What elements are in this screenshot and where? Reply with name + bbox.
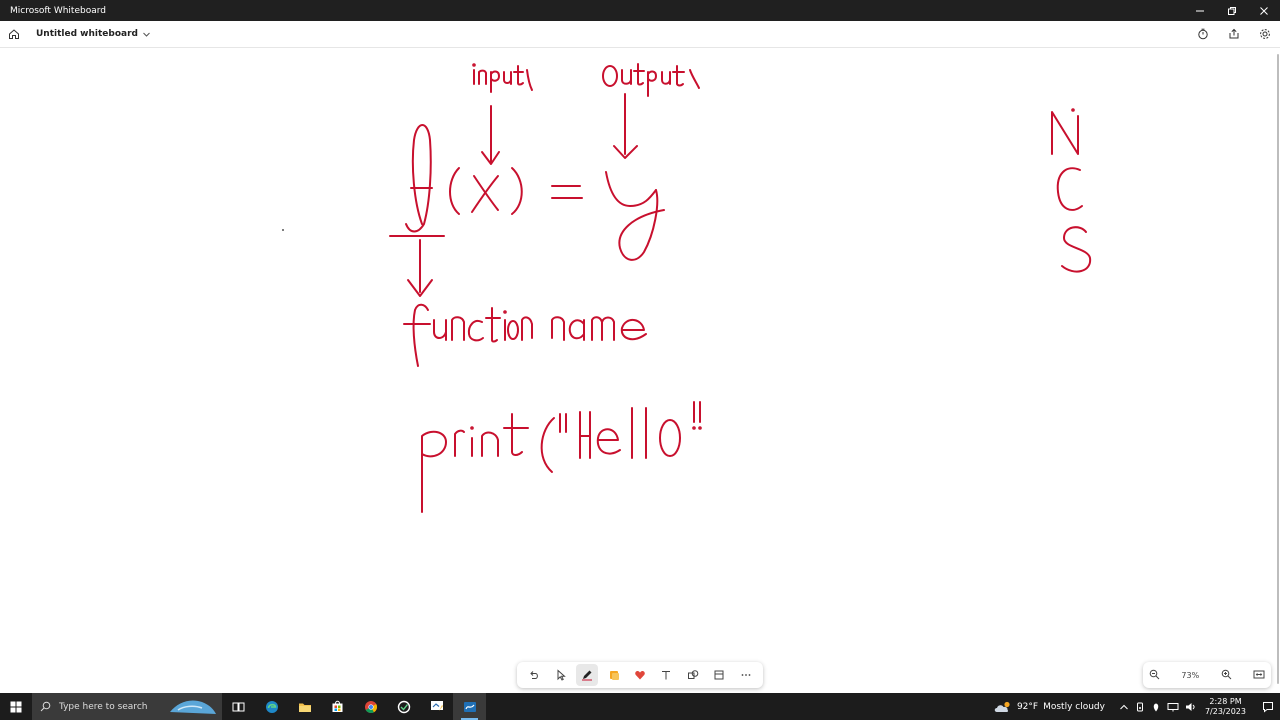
taskbar-whiteboard[interactable] <box>453 693 486 720</box>
ink-arrow-input <box>481 105 500 165</box>
restore-button[interactable] <box>1216 0 1248 21</box>
minimize-icon <box>1196 10 1204 11</box>
window-title: Microsoft Whiteboard <box>10 5 106 16</box>
more-icon <box>741 674 751 676</box>
minimize-button[interactable] <box>1184 0 1216 21</box>
task-view-icon <box>232 702 245 711</box>
location-icon[interactable] <box>1151 702 1161 712</box>
clock-date: 7/23/2023 <box>1204 706 1246 716</box>
taskbar-task-view[interactable] <box>222 693 255 720</box>
pen-icon <box>582 670 593 681</box>
document-title: Untitled whiteboard <box>36 29 138 39</box>
chevron-up-icon[interactable] <box>1119 702 1129 712</box>
more-tools-button[interactable] <box>735 664 757 686</box>
pen-tool[interactable] <box>576 664 599 686</box>
templates-icon <box>714 670 724 680</box>
zoom-out-button[interactable] <box>1149 669 1160 682</box>
text-icon <box>662 671 671 680</box>
undo-icon <box>530 671 539 679</box>
ink-print-hello <box>421 401 702 513</box>
ink-ncs-letters <box>1051 108 1092 273</box>
sticky-note-tool[interactable] <box>603 664 625 686</box>
vertical-scrollbar[interactable] <box>1277 54 1279 684</box>
ink-underline-arrow <box>389 235 445 297</box>
document-title-dropdown[interactable]: Untitled whiteboard <box>28 29 151 39</box>
zoom-out-icon <box>1149 669 1160 679</box>
ink-dot <box>282 229 284 231</box>
timer-icon <box>1197 28 1208 40</box>
share-button[interactable] <box>1218 21 1249 48</box>
windows-icon <box>10 701 22 712</box>
network-icon[interactable] <box>1167 702 1179 712</box>
gear-icon <box>1259 29 1270 39</box>
vpn-icon <box>397 700 410 713</box>
search-icon <box>40 701 51 712</box>
taskbar-whiteboard-alt[interactable] <box>420 693 453 720</box>
zoom-level[interactable]: 73% <box>1181 671 1199 680</box>
folder-icon <box>298 703 311 712</box>
zoom-controls: 73% <box>1143 662 1271 688</box>
title-bar: Microsoft Whiteboard <box>0 0 1280 21</box>
shapes-tool[interactable] <box>682 664 704 686</box>
fit-screen-icon <box>1253 670 1265 678</box>
fit-to-screen-button[interactable] <box>1253 669 1265 682</box>
zoom-in-icon <box>1221 669 1231 679</box>
zoom-in-button[interactable] <box>1221 669 1232 682</box>
select-icon <box>557 669 566 681</box>
ink-arrow-output <box>613 93 638 159</box>
search-highlight-icon <box>170 700 216 714</box>
ink-function-name-label <box>403 303 647 367</box>
usb-drive-icon[interactable] <box>1135 702 1145 712</box>
app-bar: Untitled whiteboard <box>0 21 1280 48</box>
cloudy-icon <box>994 701 1010 712</box>
chrome-icon <box>364 700 377 713</box>
ink-output-label <box>602 63 700 97</box>
drawing-app-icon <box>430 701 443 711</box>
sticky-note-icon <box>609 671 619 680</box>
whiteboard-icon <box>463 701 476 712</box>
taskbar-chrome[interactable] <box>354 693 387 720</box>
close-icon <box>1260 6 1268 15</box>
taskbar-file-explorer[interactable] <box>288 693 321 720</box>
reaction-icon <box>635 671 645 680</box>
clock[interactable]: 2:28 PM 7/23/2023 <box>1205 697 1256 717</box>
templates-tool[interactable] <box>708 664 730 686</box>
edge-icon <box>265 700 278 713</box>
chevron-down-icon <box>143 32 150 37</box>
store-icon <box>332 700 343 712</box>
undo-button[interactable] <box>523 664 545 686</box>
ink-input-label <box>472 63 533 93</box>
search-placeholder: Type here to search <box>59 701 148 712</box>
drawing-toolbar <box>517 662 763 688</box>
text-tool[interactable] <box>655 664 677 686</box>
home-icon <box>9 29 19 39</box>
clock-time: 2:28 PM <box>1209 696 1242 706</box>
taskbar-vpn-app[interactable] <box>387 693 420 720</box>
system-tray <box>1119 702 1205 712</box>
taskbar-store[interactable] <box>321 693 354 720</box>
close-button[interactable] <box>1248 0 1280 21</box>
ink-layer <box>282 63 1092 513</box>
taskbar: Type here to search 92°F Mostly cloudy 2… <box>0 693 1280 720</box>
share-icon <box>1229 28 1238 39</box>
taskbar-edge[interactable] <box>255 693 288 720</box>
notification-icon <box>1263 701 1273 713</box>
weather-widget[interactable]: 92°F Mostly cloudy <box>994 701 1119 713</box>
select-tool[interactable] <box>550 664 572 686</box>
whiteboard-canvas[interactable] <box>0 48 1280 693</box>
settings-button[interactable] <box>1249 21 1280 48</box>
timer-button[interactable] <box>1187 21 1218 48</box>
reaction-tool[interactable] <box>629 664 651 686</box>
volume-icon[interactable] <box>1185 702 1197 712</box>
start-button[interactable] <box>0 693 32 720</box>
weather-description: Mostly cloudy <box>1043 701 1105 712</box>
shapes-icon <box>687 670 699 679</box>
taskbar-search-box[interactable]: Type here to search <box>32 693 222 720</box>
notification-button[interactable] <box>1256 701 1280 713</box>
restore-icon <box>1228 6 1236 15</box>
weather-temperature: 92°F <box>1016 701 1039 712</box>
home-button[interactable] <box>0 21 28 48</box>
